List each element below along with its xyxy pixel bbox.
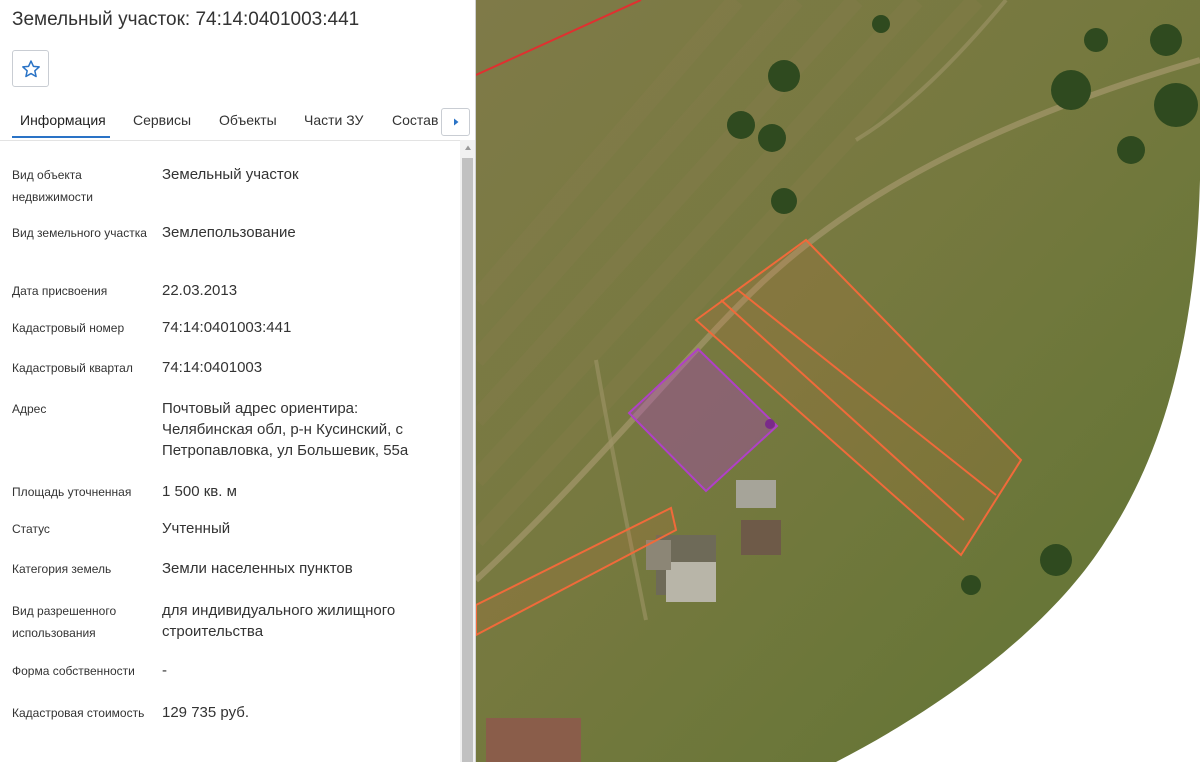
star-outline-icon xyxy=(21,59,40,77)
parcel-marker xyxy=(765,419,775,429)
attr-value: - xyxy=(162,662,167,679)
tabs-next-button[interactable] xyxy=(441,108,470,136)
page-title: Земельный участок: 74:14:0401003:441 xyxy=(12,9,360,30)
caret-up-icon xyxy=(464,145,471,150)
tab-services[interactable]: Сервисы xyxy=(133,112,191,128)
attr-value: Земельный участок xyxy=(162,166,299,183)
active-tab-indicator xyxy=(12,136,110,138)
attr-label: Вид земельного участка xyxy=(12,226,147,240)
tab-bar: Информация Сервисы Объекты Части ЗУ Сост… xyxy=(0,96,475,141)
attr-value: Почтовый адрес ориентира: Челябинская об… xyxy=(162,400,409,459)
tab-information[interactable]: Информация xyxy=(20,112,106,128)
attr-label: Площадь уточненная xyxy=(12,485,132,499)
panel-scrollbar[interactable] xyxy=(460,140,475,762)
tab-composition[interactable]: Состав xyxy=(392,112,438,128)
attr-label: Категория земель xyxy=(12,562,112,576)
scrollbar-thumb[interactable] xyxy=(462,158,473,762)
tab-parts[interactable]: Части ЗУ xyxy=(304,112,363,128)
attr-value: Учтенный xyxy=(162,520,231,537)
attribute-list: Вид объекта недвижимости Земельный участ… xyxy=(0,140,460,762)
attr-value: Земли населенных пунктов xyxy=(162,560,353,577)
favorite-button[interactable] xyxy=(12,50,49,87)
attr-value: 129 735 руб. xyxy=(162,704,249,721)
attr-label: Кадастровый квартал xyxy=(12,361,133,375)
attr-value: 1 500 кв. м xyxy=(162,483,237,500)
attr-label: Кадастровый номер xyxy=(12,321,125,335)
attr-label: Статус xyxy=(12,522,50,536)
caret-right-icon xyxy=(453,118,458,126)
attr-value: 74:14:0401003 xyxy=(162,359,263,376)
scroll-up-button[interactable] xyxy=(460,140,475,156)
attr-label: Кадастровая стоимость xyxy=(12,706,145,720)
map-view[interactable] xyxy=(476,0,1200,762)
attr-label: Дата присвоения xyxy=(12,284,108,298)
attr-label: Вид разрешенного использования xyxy=(12,604,117,640)
attr-value: 22.03.2013 xyxy=(162,282,238,299)
attr-value: для индивидуального жилищного строительс… xyxy=(162,602,396,640)
info-panel: Земельный участок: 74:14:0401003:441 Инф… xyxy=(0,0,476,762)
attr-value: Землепользование xyxy=(162,224,296,241)
attr-label: Адрес xyxy=(12,402,47,416)
attr-label: Форма собственности xyxy=(12,664,135,678)
tab-objects[interactable]: Объекты xyxy=(219,112,277,128)
attr-value: 74:14:0401003:441 xyxy=(162,319,292,336)
attr-label: Вид объекта недвижимости xyxy=(12,168,93,204)
